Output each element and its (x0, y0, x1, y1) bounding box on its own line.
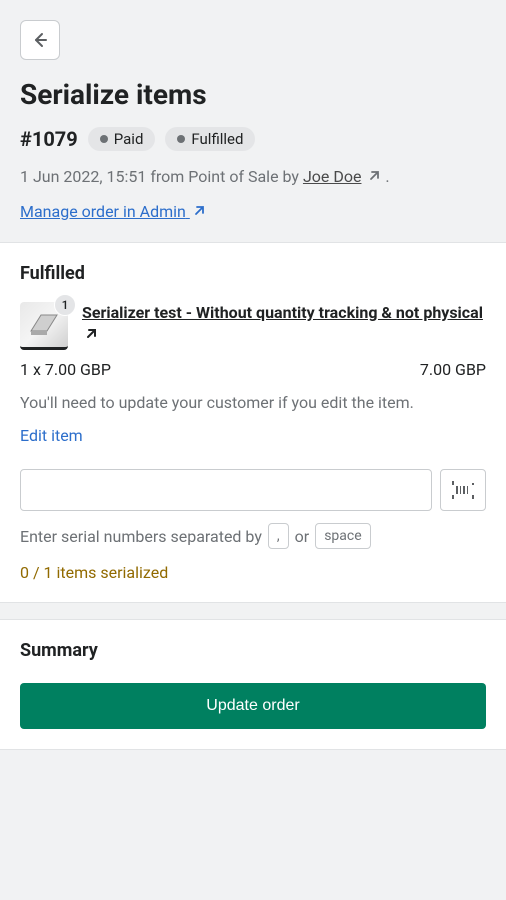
order-meta-row: #1079 Paid Fulfilled (20, 127, 486, 151)
product-name-link[interactable]: Serializer test - Without quantity track… (82, 303, 483, 344)
qty-price: 1 x 7.00 GBP (20, 360, 111, 379)
manage-order-link[interactable]: Manage order in Admin (20, 202, 206, 221)
serial-number-input[interactable] (20, 469, 432, 511)
kbd-space: space (315, 523, 370, 549)
product-thumbnail: 1 (20, 302, 68, 350)
line-total: 7.00 GBP (420, 360, 486, 379)
page-title: Serialize items (20, 78, 486, 111)
serial-hint: Enter serial numbers separated by , or s… (20, 523, 486, 549)
fulfilled-heading: Fulfilled (20, 263, 486, 284)
external-link-icon (84, 325, 98, 347)
qty-badge: 1 (54, 294, 76, 316)
summary-heading: Summary (20, 640, 486, 661)
line-item-row: 1 Serializer test - Without quantity tra… (20, 302, 486, 350)
edit-helper-text: You'll need to update your customer if y… (20, 393, 486, 412)
external-link-icon (367, 166, 381, 190)
order-date: 1 Jun 2022, 15:51 (20, 167, 150, 186)
back-button[interactable] (20, 20, 60, 60)
price-row: 1 x 7.00 GBP 7.00 GBP (20, 360, 486, 379)
barcode-icon (452, 481, 474, 499)
edit-item-link[interactable]: Edit item (20, 426, 83, 445)
arrow-left-icon (30, 30, 50, 50)
author-link[interactable]: Joe Doe (303, 167, 362, 186)
status-badge-paid: Paid (88, 127, 156, 151)
kbd-comma: , (268, 523, 289, 549)
scan-button[interactable] (440, 469, 486, 511)
update-order-button[interactable]: Update order (20, 683, 486, 729)
external-link-icon (192, 203, 206, 222)
order-number: #1079 (20, 127, 78, 151)
order-source-line: 1 Jun 2022, 15:51 from Point of Sale by … (20, 165, 486, 190)
status-badge-fulfilled: Fulfilled (165, 127, 255, 151)
fulfilled-card: Fulfilled 1 Serializer test - Without qu… (0, 242, 506, 603)
serialized-count: 0 / 1 items serialized (20, 563, 486, 582)
order-source: from Point of Sale by (150, 167, 303, 186)
summary-card: Summary Update order (0, 619, 506, 750)
